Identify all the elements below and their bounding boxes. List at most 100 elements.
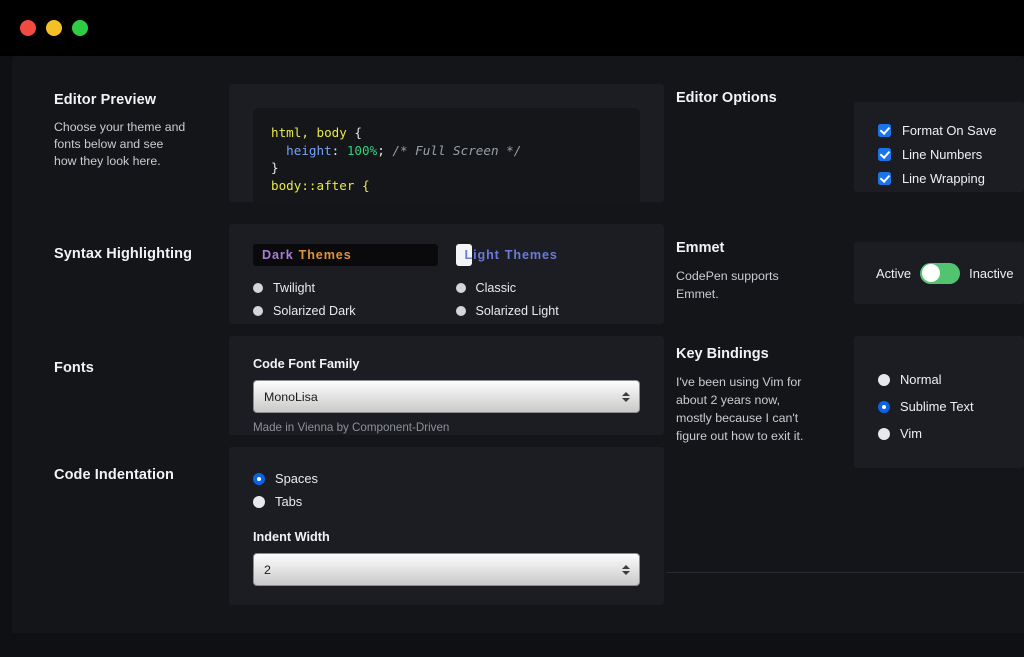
radio-selected-icon <box>878 400 890 413</box>
syntax-highlighting-card: Dark Themes Twilight Solarized Dark Ligh… <box>229 224 664 324</box>
app-window: Editor Preview Choose your theme and fon… <box>0 0 1024 657</box>
theme-option-label: Twilight <box>273 280 315 295</box>
light-themes-header-word1: Light <box>464 248 500 262</box>
light-themes-header: Light Themes <box>455 244 557 266</box>
code-semicolon: ; <box>377 142 385 158</box>
emmet-title: Emmet <box>676 240 725 256</box>
checkbox-checked-icon <box>878 171 891 185</box>
section-editor-options: Editor Options Format On Save Line Numbe… <box>664 84 1024 224</box>
checkbox-checked-icon <box>878 147 891 161</box>
radio-icon <box>455 305 466 316</box>
checkbox-line-wrapping[interactable]: Line Wrapping <box>878 166 1024 190</box>
radio-icon <box>878 427 890 440</box>
keybinding-option-normal[interactable]: Normal <box>878 366 1024 393</box>
theme-option-label: Solarized Light <box>475 303 559 318</box>
emmet-card: Active Inactive <box>854 242 1024 304</box>
indent-width-value: 2 <box>264 562 271 577</box>
title-bar <box>0 0 1024 56</box>
indent-option-label: Spaces <box>275 471 318 486</box>
emmet-label: Emmet CodePen supports Emmet. <box>664 224 854 336</box>
settings-sheet: Editor Preview Choose your theme and fon… <box>12 56 1024 633</box>
theme-option-classic[interactable]: Classic <box>455 276 641 299</box>
checkbox-line-numbers[interactable]: Line Numbers <box>878 142 1024 166</box>
code-value: 100% <box>346 142 378 158</box>
code-comment: /* Full Screen */ <box>392 142 522 158</box>
editor-preview-card: html, body { height: 100%; /* Full Scree… <box>229 84 664 202</box>
theme-option-solarized-dark[interactable]: Solarized Dark <box>253 299 438 322</box>
code-indentation-title: Code Indentation <box>54 467 175 483</box>
section-fonts: Fonts Code Font Family MonoLisa Made in … <box>28 336 664 447</box>
section-editor-preview: Editor Preview Choose your theme and fon… <box>28 84 664 224</box>
code-selector-2: body::after { <box>271 177 370 193</box>
indent-option-label: Tabs <box>275 494 303 509</box>
editor-preview-description: Choose your theme and fonts below and se… <box>54 120 186 168</box>
theme-option-twilight[interactable]: Twilight <box>253 276 438 299</box>
emmet-toggle-switch[interactable] <box>920 262 961 284</box>
stepper-arrows-icon <box>622 391 630 402</box>
keybinding-option-vim[interactable]: Vim <box>878 420 1024 447</box>
keybinding-option-label: Vim <box>900 426 922 441</box>
light-themes-header-word2: Themes <box>504 248 558 262</box>
key-bindings-description: I've been using Vim for about 2 years no… <box>676 375 804 443</box>
section-code-indentation: Code Indentation Spaces Tabs Indent Widt… <box>28 447 664 619</box>
key-bindings-title: Key Bindings <box>676 346 769 362</box>
light-themes-column: Light Themes Classic Solarized Light <box>455 244 641 324</box>
fonts-card: Code Font Family MonoLisa Made in Vienna… <box>229 336 664 435</box>
keybinding-option-label: Normal <box>900 372 942 387</box>
editor-options-label: Editor Options <box>664 84 854 224</box>
keybinding-option-sublime-text[interactable]: Sublime Text <box>878 393 1024 420</box>
editor-preview-label: Editor Preview Choose your theme and fon… <box>28 84 229 224</box>
code-property: height <box>286 142 332 158</box>
indent-width-label: Indent Width <box>253 530 330 544</box>
dark-themes-column: Dark Themes Twilight Solarized Dark <box>253 244 438 324</box>
code-font-family-select[interactable]: MonoLisa <box>253 380 640 413</box>
left-column: Editor Preview Choose your theme and fon… <box>28 84 664 619</box>
radio-icon <box>878 373 890 386</box>
emmet-description: CodePen supports Emmet. <box>676 269 779 301</box>
code-indentation-label: Code Indentation <box>28 447 229 619</box>
theme-option-solarized-light[interactable]: Solarized Light <box>455 299 641 322</box>
code-close-brace: } <box>271 160 279 175</box>
key-bindings-label: Key Bindings I've been using Vim for abo… <box>664 336 854 496</box>
checkbox-checked-icon <box>878 123 891 137</box>
code-colon: : <box>331 142 347 158</box>
checkbox-label: Line Numbers <box>902 146 983 162</box>
maximize-window-button[interactable] <box>72 20 88 36</box>
radio-icon <box>455 282 466 293</box>
close-window-button[interactable] <box>20 20 36 36</box>
radio-icon <box>253 495 265 508</box>
checkbox-label: Format On Save <box>902 122 997 138</box>
section-key-bindings: Key Bindings I've been using Vim for abo… <box>664 336 1024 496</box>
checkbox-label: Line Wrapping <box>902 170 985 186</box>
theme-option-xq-light[interactable]: XQ Light <box>456 322 641 324</box>
checkbox-format-on-save[interactable]: Format On Save <box>878 118 1024 142</box>
code-preview: html, body { height: 100%; /* Full Scree… <box>253 108 640 202</box>
stepper-arrows-icon <box>622 564 630 575</box>
code-font-family-label: Code Font Family <box>253 357 360 371</box>
emmet-active-label: Active <box>876 265 912 281</box>
themes-grid: Dark Themes Twilight Solarized Dark Ligh… <box>253 244 640 324</box>
theme-option-tomorrow-night[interactable]: Tomorrow Night <box>253 322 438 324</box>
indent-option-spaces[interactable]: Spaces <box>253 467 640 490</box>
keybinding-option-label: Sublime Text <box>900 399 974 414</box>
syntax-highlighting-label: Syntax Highlighting <box>28 224 229 336</box>
theme-option-label: Solarized Dark <box>273 303 356 318</box>
theme-option-label: Classic <box>475 280 517 295</box>
emmet-inactive-label: Inactive <box>969 265 1014 281</box>
dark-themes-header: Dark Themes <box>253 244 438 266</box>
editor-options-card: Format On Save Line Numbers Line Wrappin… <box>854 102 1024 192</box>
section-emmet: Emmet CodePen supports Emmet. Active Ina… <box>664 224 1024 336</box>
settings-content: Editor Preview Choose your theme and fon… <box>28 84 1024 633</box>
editor-options-title: Editor Options <box>676 90 777 106</box>
minimize-window-button[interactable] <box>46 20 62 36</box>
fonts-title: Fonts <box>54 360 94 376</box>
syntax-highlighting-title: Syntax Highlighting <box>54 246 193 262</box>
code-selector: html, body <box>271 125 347 140</box>
section-divider <box>666 572 1024 573</box>
dark-themes-header-word2: Themes <box>298 248 352 262</box>
radio-selected-icon <box>253 472 265 485</box>
indent-width-select[interactable]: 2 <box>253 553 640 586</box>
traffic-lights <box>20 20 88 36</box>
indent-option-tabs[interactable]: Tabs <box>253 490 640 513</box>
key-bindings-card: Normal Sublime Text Vim <box>854 336 1024 468</box>
